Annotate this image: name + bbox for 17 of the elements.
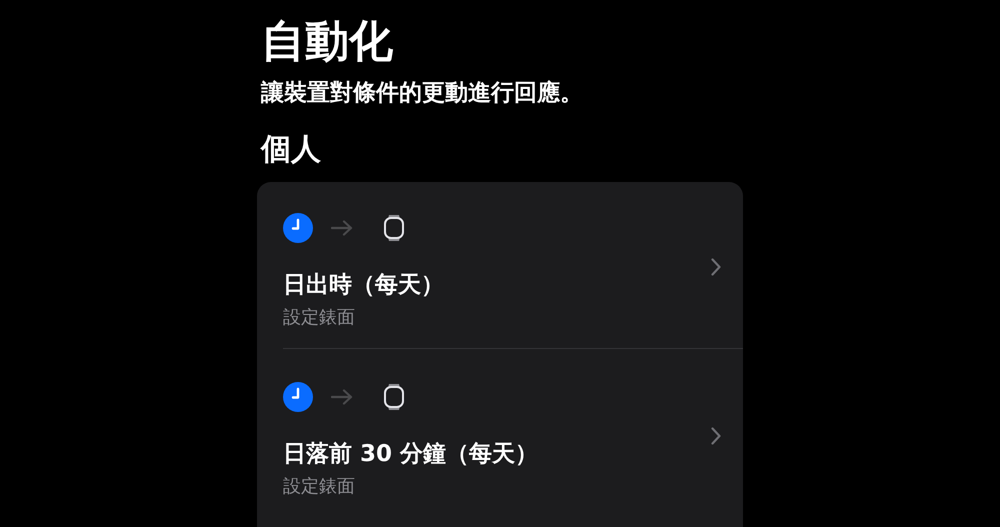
automation-action: 設定錶面: [283, 306, 356, 330]
automation-title: 日落前 30 分鐘（每天）: [283, 440, 540, 469]
section-heading: 個人: [259, 131, 322, 169]
arrow-icon: [331, 389, 353, 405]
chevron-icon: [711, 258, 721, 276]
clock-icon: [283, 213, 313, 243]
watch-icon: [383, 214, 405, 242]
clock-icon: [283, 382, 313, 412]
arrow-icon: [331, 220, 353, 236]
page-title: 自動化: [260, 15, 394, 69]
page-subtitle: 讓裝置對條件的更動進行回應。: [260, 79, 584, 108]
automation-action: 設定錶面: [283, 475, 356, 499]
automation-row[interactable]: 日出時（每天） 設定錶面: [257, 182, 743, 348]
chevron-icon: [711, 426, 721, 444]
watch-icon: [383, 383, 405, 411]
automation-title: 日出時（每天）: [283, 271, 445, 300]
automation-row[interactable]: 日落前 30 分鐘（每天） 設定錶面: [283, 348, 743, 517]
